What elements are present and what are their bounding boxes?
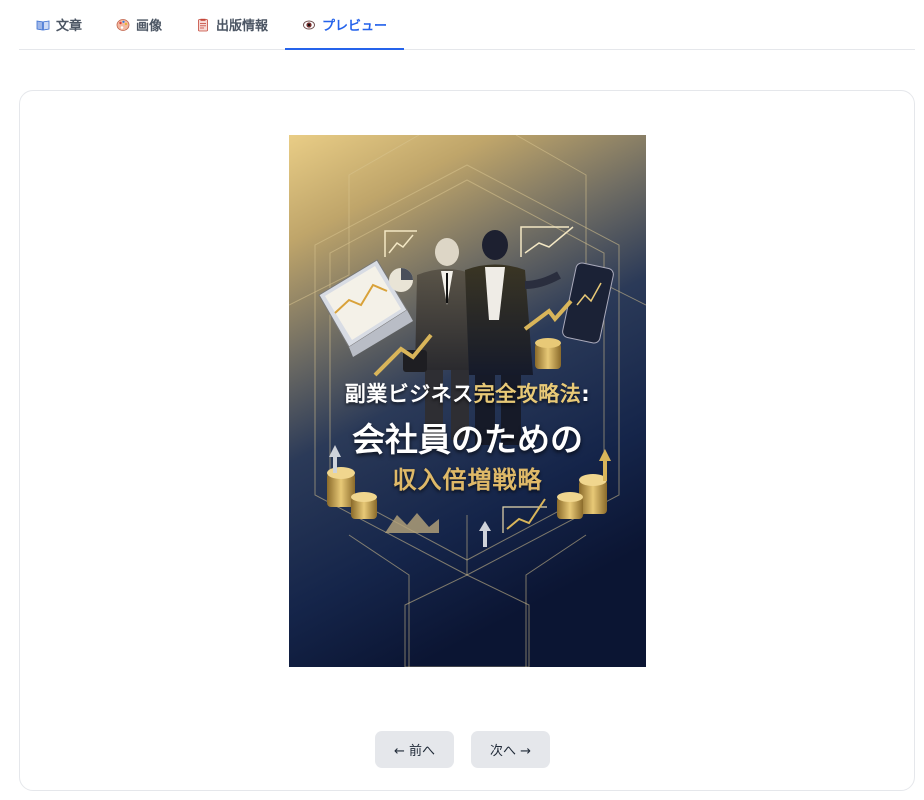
cover-title-line1-colon: :	[581, 382, 591, 406]
prev-button[interactable]: ← 前へ	[375, 731, 454, 768]
tab-preview[interactable]: プレビュー	[285, 0, 405, 50]
tab-image[interactable]: 画像	[99, 0, 179, 49]
clipboard-icon	[196, 18, 210, 32]
cover-title-line1-white: 副業ビジネス	[344, 382, 474, 406]
book-cover-image: 副業ビジネス完全攻略法: 会社員のための 収入倍増戦略	[289, 135, 646, 667]
palette-icon	[116, 18, 130, 32]
tab-publish-info[interactable]: 出版情報	[179, 0, 285, 49]
tab-text[interactable]: 文章	[19, 0, 99, 49]
cover-title-line2: 会社員のための	[352, 420, 583, 459]
book-icon	[36, 18, 50, 32]
page-navigation: ← 前へ 次へ →	[20, 731, 914, 768]
next-button[interactable]: 次へ →	[471, 731, 550, 768]
tab-publish-info-label: 出版情報	[216, 19, 269, 34]
tab-preview-label: プレビュー	[322, 19, 388, 34]
cover-title-line3: 収入倍増戦略	[392, 466, 543, 494]
cover-title-line1-gold: 完全攻略法	[473, 382, 582, 406]
tab-bar: 文章 画像 出版情報 プレビュー	[19, 0, 915, 50]
cover-title-line1: 副業ビジネス完全攻略法:	[289, 378, 646, 408]
tab-text-label: 文章	[56, 19, 83, 34]
preview-card: 副業ビジネス完全攻略法: 会社員のための 収入倍増戦略 ← 前へ 次へ →	[19, 90, 915, 791]
eye-icon	[302, 18, 316, 32]
tab-image-label: 画像	[136, 19, 163, 34]
